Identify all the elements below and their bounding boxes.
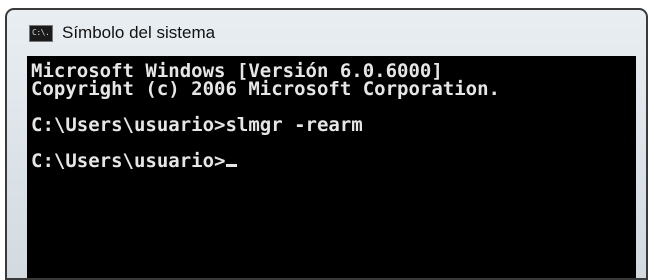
cmd-icon-glyph: C:\. <box>32 28 50 37</box>
console-line: C:\Users\usuario>slmgr -rearm <box>31 114 363 136</box>
command-prompt-window: C:\. Símbolo del sistema Microsoft Windo… <box>5 8 648 280</box>
window-title: Símbolo del sistema <box>62 23 216 42</box>
console-prompt: C:\Users\usuario> <box>31 150 226 172</box>
console-prompt-line: C:\Users\usuario> <box>31 150 636 172</box>
console-area[interactable]: Microsoft Windows [Versión 6.0.6000] Cop… <box>27 56 636 278</box>
text-cursor <box>226 164 238 167</box>
title-bar[interactable]: C:\. Símbolo del sistema <box>7 10 646 56</box>
cmd-icon[interactable]: C:\. <box>29 24 53 42</box>
console-line: Copyright (c) 2006 Microsoft Corporation… <box>31 78 500 100</box>
